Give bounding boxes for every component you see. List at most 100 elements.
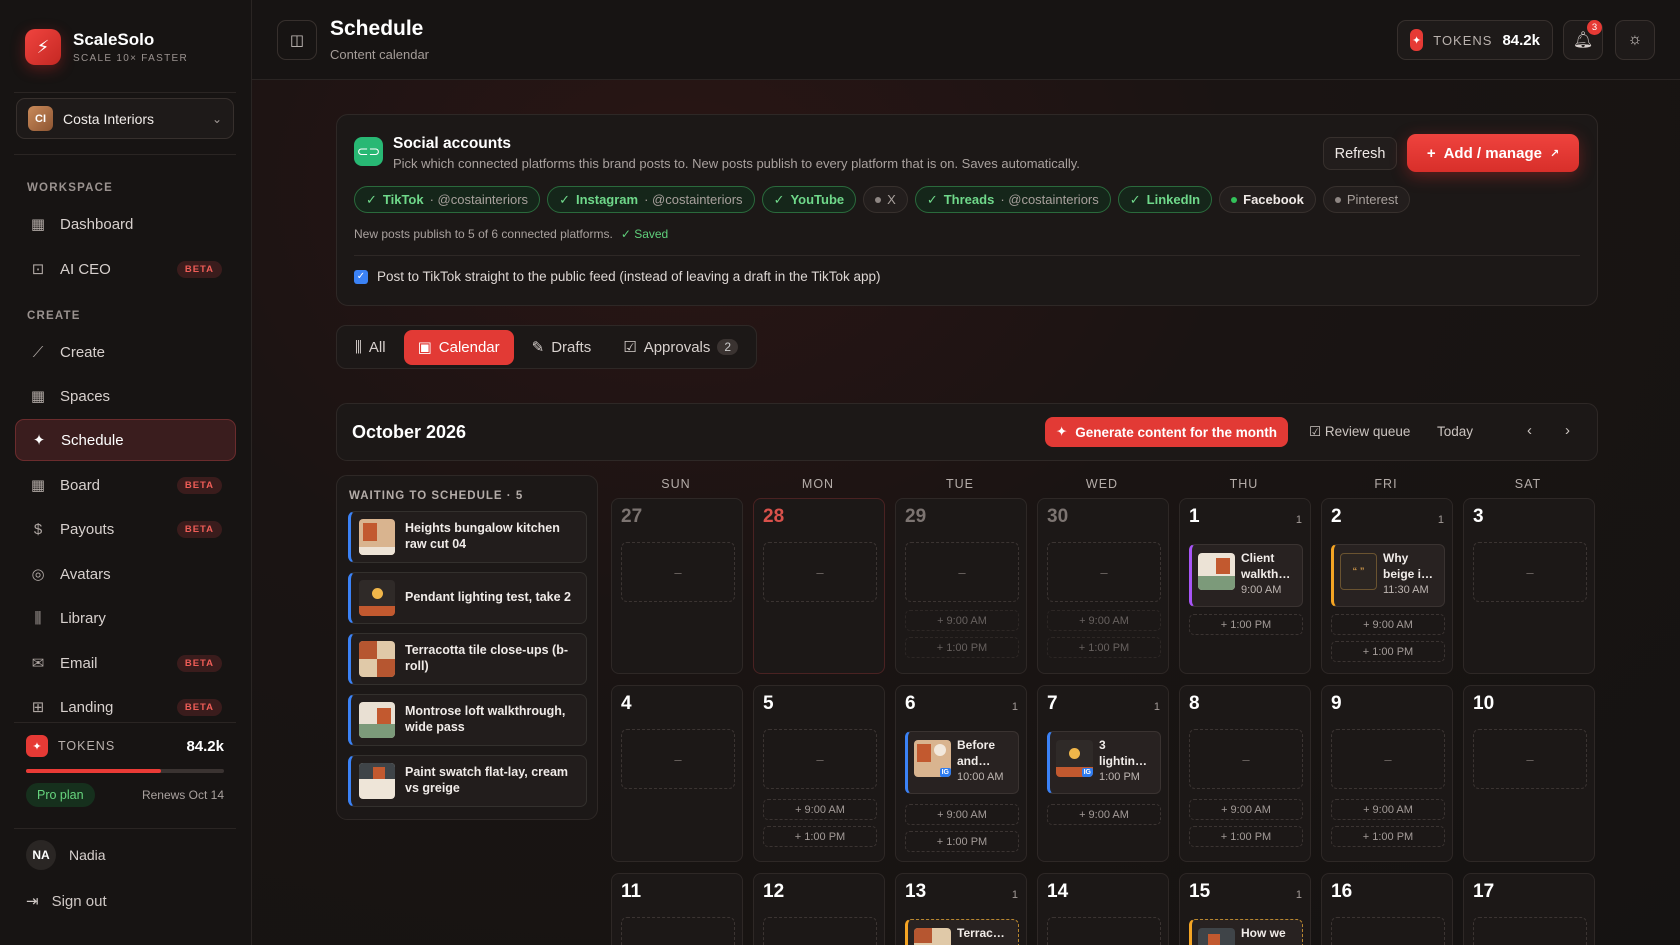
token-pill[interactable]: ✦ TOKENS 84.2k bbox=[1397, 20, 1553, 60]
add-slot-900[interactable]: + 9:00 AM bbox=[1047, 610, 1161, 631]
add-slot-100[interactable]: + 1:00 PM bbox=[1189, 614, 1303, 635]
calendar-day[interactable]: 16 bbox=[1321, 873, 1453, 945]
queue-item[interactable]: Montrose loft walkthrough, wide pass bbox=[348, 694, 587, 746]
theme-toggle-button[interactable]: ☼ bbox=[1615, 20, 1655, 60]
add-slot-100[interactable]: + 1:00 PM bbox=[905, 637, 1019, 658]
calendar-day[interactable]: 28 – bbox=[753, 498, 885, 674]
review-queue-button[interactable]: ☑ Review queue bbox=[1309, 424, 1410, 440]
add-slot-900[interactable]: + 9:00 AM bbox=[905, 804, 1019, 825]
thumbnail bbox=[1198, 928, 1235, 945]
platform-chip-threads[interactable]: ✓ Threads · @costainteriors bbox=[914, 186, 1111, 213]
user-profile[interactable]: NA Nadia bbox=[26, 840, 106, 870]
calendar-day[interactable]: 12 bbox=[753, 873, 885, 945]
queue-item[interactable]: Heights bungalow kitchen raw cut 04 bbox=[348, 511, 587, 563]
add-slot-900[interactable]: + 9:00 AM bbox=[1331, 614, 1445, 635]
sidebar-item-schedule[interactable]: ✦ Schedule bbox=[15, 419, 236, 461]
queue-item[interactable]: Pendant lighting test, take 2 bbox=[348, 572, 587, 624]
sidebar-item-email[interactable]: ✉ Email BETA bbox=[15, 642, 236, 684]
add-slot-100[interactable]: + 1:00 PM bbox=[1189, 826, 1303, 847]
add-slot-100[interactable]: + 1:00 PM bbox=[1331, 641, 1445, 662]
calendar-day[interactable]: 9 – + 9:00 AM + 1:00 PM bbox=[1321, 685, 1453, 862]
platform-chip-tiktok[interactable]: ✓ TikTok · @costainteriors bbox=[354, 186, 541, 213]
generate-content-button[interactable]: ✦ Generate content for the month bbox=[1045, 417, 1288, 447]
today-button[interactable]: Today bbox=[1437, 424, 1473, 439]
checkbox-checked[interactable]: ✓ bbox=[354, 269, 368, 284]
queue-item[interactable]: Terracotta tile close-ups (b-roll) bbox=[348, 633, 587, 685]
add-slot-100[interactable]: + 1:00 PM bbox=[905, 831, 1019, 852]
queue-item[interactable]: Paint swatch flat-lay, cream vs greige bbox=[348, 755, 587, 807]
calendar-day[interactable]: 15 1 How we bbox=[1179, 873, 1311, 945]
sign-out-button[interactable]: ⇥ Sign out bbox=[26, 892, 107, 911]
calendar-day[interactable]: 7 1 IG 3 lightin… 1:00 PM + 9:00 AM bbox=[1037, 685, 1169, 862]
calendar-day[interactable]: 6 1 IG Before and… 10:00 AM + 9:00 AM + 1… bbox=[895, 685, 1027, 862]
calendar-day[interactable]: 30 – + 9:00 AM + 1:00 PM bbox=[1037, 498, 1169, 674]
scheduled-post[interactable]: Client walkth… 9:00 AM bbox=[1189, 544, 1303, 607]
tab-drafts[interactable]: ✎ Drafts bbox=[518, 330, 606, 365]
platform-chip-x[interactable]: X bbox=[863, 186, 908, 213]
scheduled-post[interactable]: “ ” Why beige i… 11:30 AM bbox=[1331, 544, 1445, 607]
platform-chip-youtube[interactable]: ✓ YouTube bbox=[761, 186, 857, 213]
add-slot-900[interactable]: + 9:00 AM bbox=[1189, 799, 1303, 820]
prev-month-button[interactable]: ‹ bbox=[1527, 422, 1532, 439]
sidebar-item-board[interactable]: ▦ Board BETA bbox=[15, 464, 236, 506]
add-slot-100[interactable]: + 1:00 PM bbox=[1331, 826, 1445, 847]
sidebar-item-payouts[interactable]: $ Payouts BETA bbox=[15, 508, 236, 550]
platform-chip-linkedin[interactable]: ✓ LinkedIn bbox=[1117, 186, 1213, 213]
sidebar-item-ai-ceo[interactable]: ⊡ AI CEO BETA bbox=[15, 248, 236, 290]
refresh-button[interactable]: Refresh bbox=[1323, 137, 1397, 170]
calendar-day[interactable]: 29 – + 9:00 AM + 1:00 PM bbox=[895, 498, 1027, 674]
divider bbox=[14, 828, 236, 829]
queue-title: WAITING TO SCHEDULE · 5 bbox=[349, 490, 524, 502]
platform-chip-pinterest[interactable]: Pinterest bbox=[1322, 186, 1411, 213]
tab-all[interactable]: ⫼ All bbox=[341, 330, 400, 365]
tiktok-direct-post-option[interactable]: ✓ Post to TikTok straight to the public … bbox=[354, 269, 881, 284]
calendar-day[interactable]: 27 – bbox=[611, 498, 743, 674]
calendar-day[interactable]: 5 – + 9:00 AM + 1:00 PM bbox=[753, 685, 885, 862]
next-month-button[interactable]: › bbox=[1565, 422, 1570, 439]
sidebar-toggle-button[interactable]: ◫ bbox=[277, 20, 317, 60]
calendar-day[interactable]: 4 – bbox=[611, 685, 743, 862]
library-icon: ⫼ bbox=[355, 338, 362, 356]
library-icon: ⫼ bbox=[34, 609, 42, 627]
sidebar-item-label: Library bbox=[60, 609, 106, 627]
calendar-day[interactable]: 11 bbox=[611, 873, 743, 945]
add-slot-900[interactable]: + 9:00 AM bbox=[1047, 804, 1161, 825]
workspace-selector[interactable]: CI Costa Interiors ⌄ bbox=[16, 98, 234, 139]
check-icon: ✓ bbox=[773, 191, 785, 207]
scheduled-post[interactable]: Terrac… bbox=[905, 919, 1019, 945]
calendar-day[interactable]: 3 – bbox=[1463, 498, 1595, 674]
weekday-header: SAT bbox=[1514, 477, 1542, 491]
status-dot bbox=[1231, 196, 1238, 203]
add-slot-900[interactable]: + 9:00 AM bbox=[763, 799, 877, 820]
calendar-day[interactable]: 13 1 Terrac… bbox=[895, 873, 1027, 945]
platform-chip-facebook[interactable]: Facebook bbox=[1219, 186, 1316, 213]
sidebar-item-spaces[interactable]: ▦ Spaces bbox=[15, 375, 236, 417]
calendar-day[interactable]: 8 – + 9:00 AM + 1:00 PM bbox=[1179, 685, 1311, 862]
notifications-button[interactable]: 🔔︎ 3 bbox=[1563, 20, 1603, 60]
add-slot-100[interactable]: + 1:00 PM bbox=[1047, 637, 1161, 658]
sidebar-item-library[interactable]: ⫼ Library bbox=[15, 597, 236, 639]
day-number: 10 bbox=[1473, 693, 1495, 714]
brand[interactable]: ⚡ ScaleSolo SCALE 10× FASTER bbox=[25, 29, 188, 65]
add-slot-900[interactable]: + 9:00 AM bbox=[905, 610, 1019, 631]
tab-approvals[interactable]: ☑ Approvals 2 bbox=[609, 330, 752, 365]
add-slot-100[interactable]: + 1:00 PM bbox=[763, 826, 877, 847]
sidebar-item-create[interactable]: ⟋ Create bbox=[15, 331, 236, 373]
calendar-day[interactable]: 2 1 “ ” Why beige i… 11:30 AM + 9:00 AM +… bbox=[1321, 498, 1453, 674]
platform-chip-instagram[interactable]: ✓ Instagram · @costainteriors bbox=[547, 186, 755, 213]
queue-item-title: Paint swatch flat-lay, cream vs greige bbox=[405, 765, 569, 795]
scheduled-post[interactable]: IG Before and… 10:00 AM bbox=[905, 731, 1019, 794]
scheduled-post[interactable]: IG 3 lightin… 1:00 PM bbox=[1047, 731, 1161, 794]
sidebar-item-avatars[interactable]: ◎ Avatars bbox=[15, 553, 236, 595]
sidebar-item-dashboard[interactable]: ▦ Dashboard bbox=[15, 203, 236, 245]
calendar-day[interactable]: 17 bbox=[1463, 873, 1595, 945]
scheduled-post[interactable]: How we bbox=[1189, 919, 1303, 945]
add-slot-900[interactable]: + 9:00 AM bbox=[1331, 799, 1445, 820]
plan-badge[interactable]: Pro plan bbox=[26, 783, 95, 807]
calendar-day[interactable]: 10 – bbox=[1463, 685, 1595, 862]
tab-calendar[interactable]: ▣ Calendar bbox=[403, 329, 514, 365]
calendar-day[interactable]: 1 1 Client walkth… 9:00 AM + 1:00 PM bbox=[1179, 498, 1311, 674]
add-manage-button[interactable]: + Add / manage ↗ bbox=[1407, 134, 1579, 172]
section-label-create: CREATE bbox=[27, 310, 81, 322]
calendar-day[interactable]: 14 bbox=[1037, 873, 1169, 945]
